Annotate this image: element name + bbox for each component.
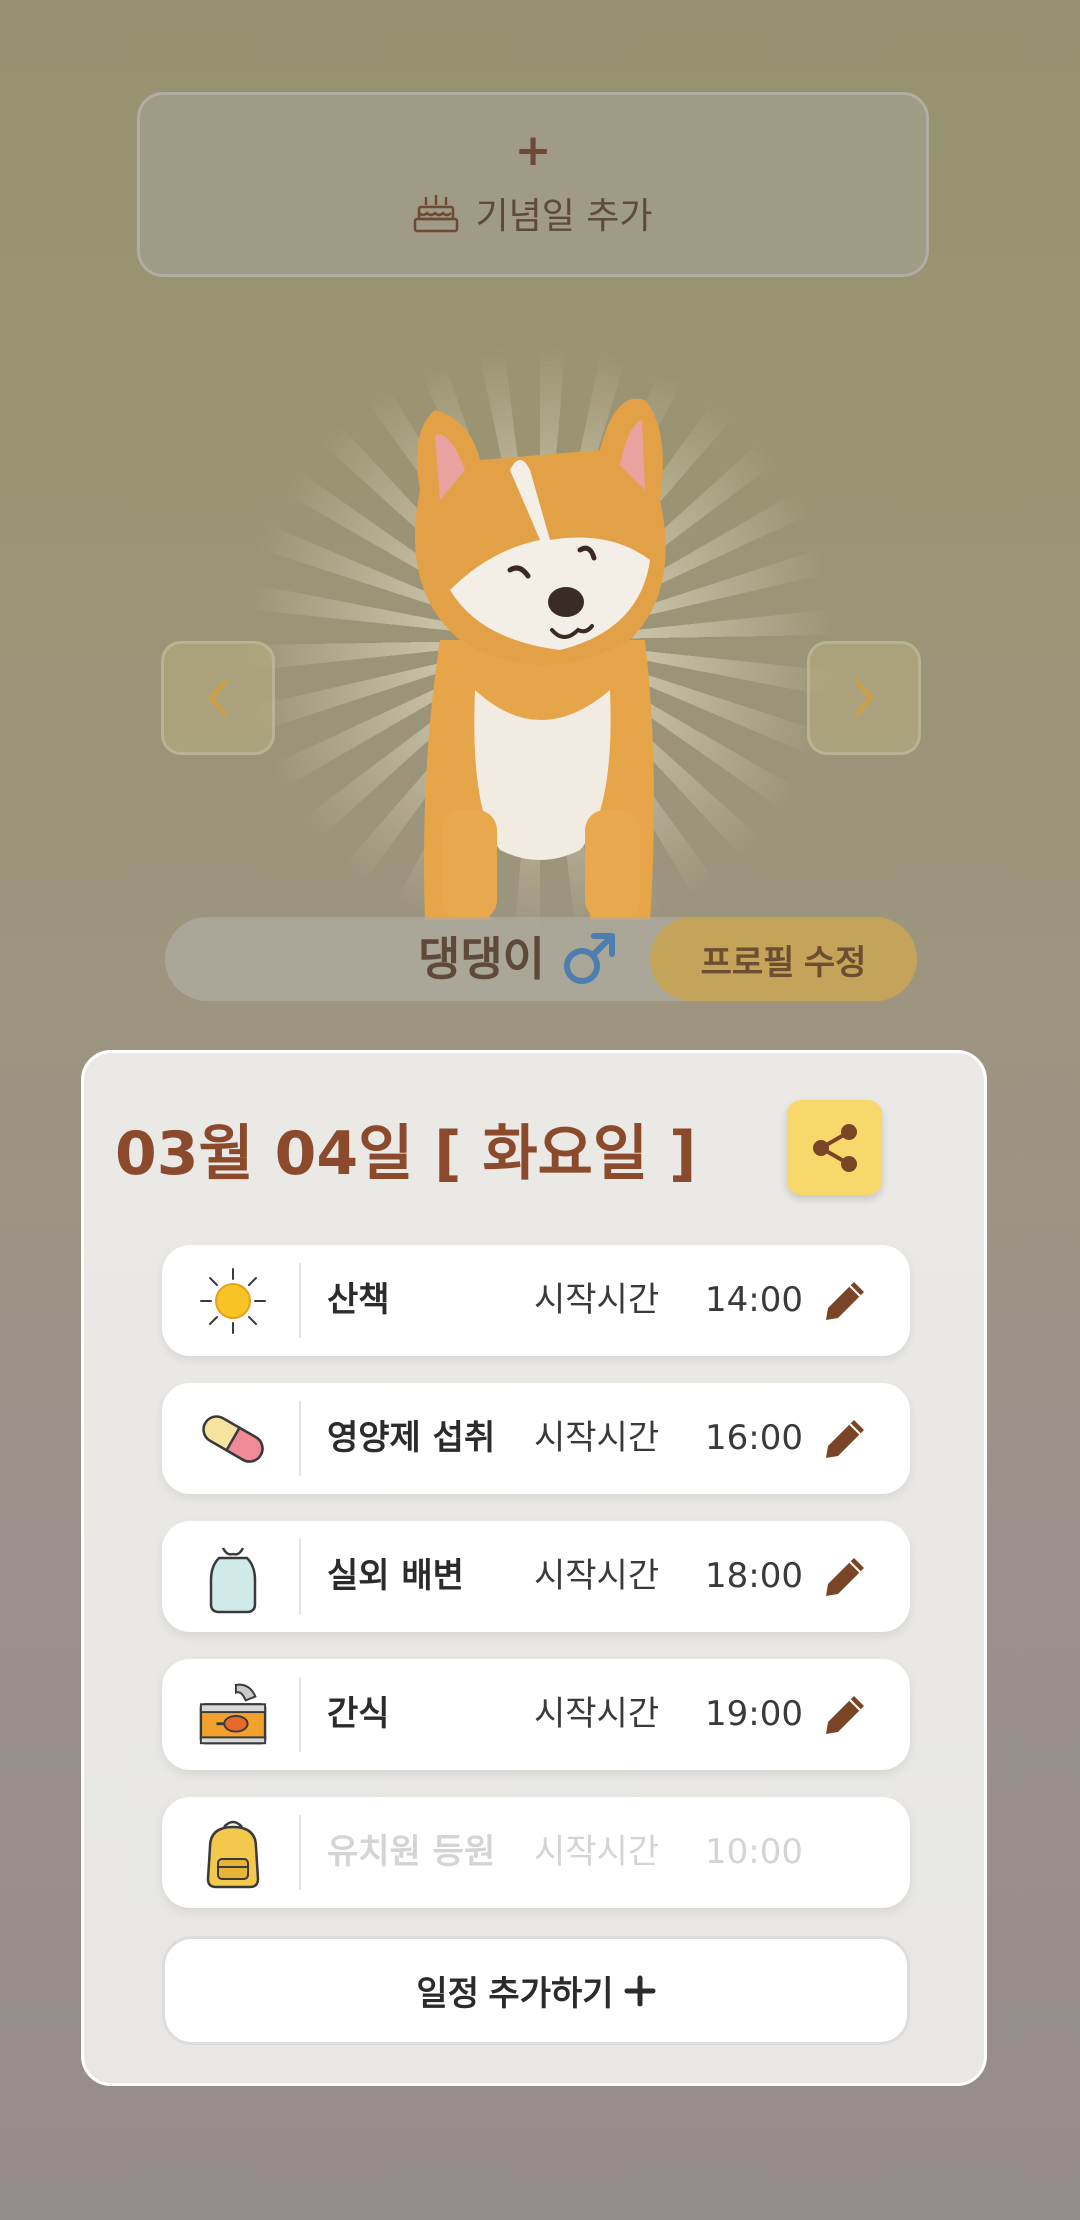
next-pet-button[interactable] [807, 641, 921, 755]
chevron-left-icon [208, 679, 228, 717]
schedule-item-name: 실외 배변 [327, 1556, 464, 1596]
plus-icon [624, 1975, 656, 2006]
schedule-item-name: 유치원 등원 [327, 1832, 496, 1872]
edit-pencil-icon[interactable] [822, 1278, 868, 1324]
share-icon [812, 1123, 857, 1172]
cake-icon [414, 195, 459, 233]
dog-character-image [415, 398, 666, 920]
schedule-item-name: 영양제 섭취 [327, 1418, 496, 1458]
start-time-value[interactable]: 10:00 [705, 1797, 803, 1908]
edit-pencil-icon[interactable] [822, 1692, 868, 1738]
start-time-label: 시작시간 [534, 1280, 660, 1320]
start-time-value[interactable]: 19:00 [705, 1659, 803, 1770]
divider [299, 1815, 301, 1890]
pill-icon [197, 1403, 269, 1475]
share-button[interactable] [787, 1100, 882, 1195]
pet-name: 댕댕이 [418, 932, 545, 986]
schedule-date-title: 03월 04일 [ 화요일 ] [115, 1119, 697, 1189]
start-time-value[interactable]: 18:00 [705, 1521, 803, 1632]
add-schedule-button[interactable]: 일정 추가하기 [162, 1936, 910, 2045]
edit-pencil-icon[interactable] [822, 1416, 868, 1462]
schedule-item-walk[interactable]: 산책 시작시간 14:00 [162, 1245, 910, 1356]
edit-profile-button[interactable]: 프로필 수정 [650, 917, 917, 1001]
add-anniversary-button[interactable]: + 기념일 추가 [137, 92, 929, 277]
divider [299, 1401, 301, 1476]
divider [299, 1263, 301, 1338]
start-time-value[interactable]: 16:00 [705, 1383, 803, 1494]
sun-icon [197, 1265, 269, 1337]
backpack-icon [197, 1817, 269, 1889]
start-time-value[interactable]: 14:00 [705, 1245, 803, 1356]
start-time-label: 시작시간 [534, 1418, 660, 1458]
start-time-label: 시작시간 [534, 1694, 660, 1734]
schedule-item-kindergarten[interactable]: 유치원 등원 시작시간 10:00 [162, 1797, 910, 1908]
waste-bag-icon [197, 1541, 269, 1614]
schedule-item-name: 간식 [327, 1694, 390, 1734]
schedule-item-snack[interactable]: 간식 시작시간 19:00 [162, 1659, 910, 1770]
schedule-item-outdoor-toilet[interactable]: 실외 배변 시작시간 18:00 [162, 1521, 910, 1632]
start-time-label: 시작시간 [534, 1556, 660, 1596]
divider [299, 1539, 301, 1614]
plus-icon: + [514, 125, 552, 176]
schedule-item-supplement[interactable]: 영양제 섭취 시작시간 16:00 [162, 1383, 910, 1494]
food-can-icon [197, 1679, 269, 1751]
add-anniversary-label: 기념일 추가 [475, 196, 653, 237]
edit-pencil-icon[interactable] [822, 1554, 868, 1600]
divider [299, 1677, 301, 1752]
previous-pet-button[interactable] [161, 641, 275, 755]
schedule-item-name: 산책 [327, 1280, 390, 1320]
start-time-label: 시작시간 [534, 1832, 660, 1872]
chevron-right-icon [854, 679, 874, 717]
male-icon [564, 933, 615, 984]
add-schedule-label: 일정 추가하기 [416, 1975, 614, 2013]
